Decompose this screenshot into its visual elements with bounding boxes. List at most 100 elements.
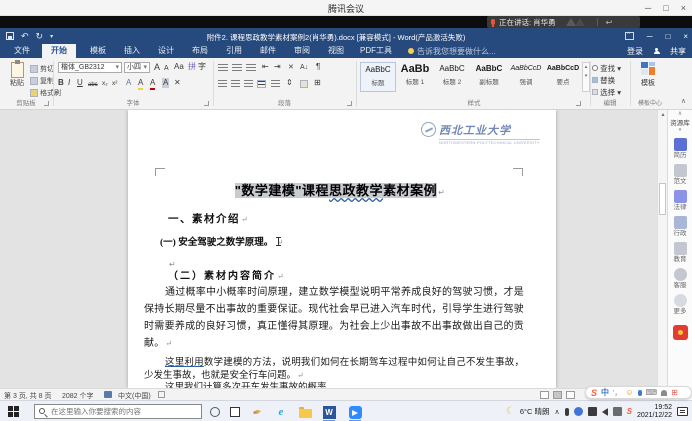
tab-home[interactable]: 开始 [42, 44, 76, 58]
document-heading1[interactable]: 一、素材介绍↵ [168, 211, 249, 226]
task-view-button[interactable] [228, 405, 242, 419]
ribbon-display-options-icon[interactable] [625, 32, 634, 40]
gallery-up-icon[interactable]: ▴ [583, 63, 589, 72]
grow-font-button[interactable]: A [154, 62, 160, 72]
align-center-icon[interactable] [231, 80, 240, 88]
input-mode-toggle[interactable]: 中 [601, 387, 609, 398]
template-button[interactable]: 模板 [634, 62, 662, 88]
file-explorer-button[interactable] [298, 405, 312, 419]
collapse-ribbon-icon[interactable]: ∧ [681, 97, 686, 105]
tab-references[interactable]: 引用 [220, 44, 248, 58]
paragraph-dialog-launcher[interactable] [347, 101, 352, 106]
meeting-maximize-button[interactable]: □ [663, 3, 668, 13]
multilevel-list-icon[interactable] [246, 64, 256, 72]
document-page[interactable]: 西北工业大学 NORTHWESTERN POLYTECHNICAL UNIVER… [128, 110, 556, 388]
phonetic-guide-button[interactable]: 拼 [188, 62, 196, 72]
borders-button[interactable]: ⊞ [314, 78, 321, 88]
macro-record-icon[interactable] [158, 391, 165, 398]
italic-button[interactable]: I [68, 78, 70, 88]
font-name-combo[interactable]: 楷体_GB2312▾ [58, 62, 122, 73]
document-title[interactable]: "数学建模"课程思政教学素材案例↵ [158, 180, 522, 199]
sort-button[interactable]: A↓ [300, 63, 308, 73]
internet-explorer-button[interactable]: e [274, 405, 288, 419]
justify-icon[interactable] [257, 80, 266, 88]
replace-button[interactable]: 替换 [592, 75, 615, 86]
tab-insert[interactable]: 插入 [118, 44, 146, 58]
tab-design[interactable]: 设计 [152, 44, 180, 58]
tab-layout[interactable]: 布局 [186, 44, 214, 58]
speaking-indicator[interactable]: 正在讲话: 肖华勇 ↩ [487, 16, 640, 28]
line-spacing-button[interactable]: ⇕ [286, 78, 293, 88]
document-heading3[interactable]: （二）素材内容简介↵ [168, 267, 286, 282]
read-mode-button[interactable] [540, 391, 549, 399]
proofing-icon[interactable] [104, 391, 112, 398]
clock[interactable]: 19:52 2021/12/22 [637, 404, 672, 420]
asian-layout-button[interactable]: ✕ [288, 63, 294, 73]
paste-button[interactable]: 粘贴 [6, 62, 28, 98]
bold-button[interactable]: B [58, 78, 64, 88]
align-left-icon[interactable] [218, 80, 227, 88]
sidebar-collapse-icon[interactable]: ∧ [668, 110, 692, 118]
display-tray-icon[interactable] [588, 407, 597, 416]
chevron-down-icon[interactable]: ▾ [668, 128, 692, 133]
strikethrough-button[interactable]: abc [88, 80, 98, 90]
styles-dialog-launcher[interactable] [576, 101, 581, 106]
font-size-combo[interactable]: 小四▾ [124, 62, 150, 73]
qat-customize-icon[interactable]: ▾ [50, 33, 53, 40]
toolbox-icon[interactable]: ⊞ [671, 388, 678, 397]
sidebar-item-more[interactable]: 更多 [668, 294, 692, 315]
increase-indent-button[interactable]: ⇥ [274, 62, 281, 72]
weather-text[interactable]: 6°C 晴朗 [520, 406, 550, 417]
cortana-button[interactable] [208, 405, 222, 419]
emoji-icon[interactable]: ☺ [625, 388, 633, 397]
character-shading-button[interactable]: A [162, 78, 169, 88]
document-heading2[interactable]: (一) 安全驾驶之数学原理。 ↵ [160, 234, 283, 248]
meeting-close-button[interactable]: × [681, 3, 686, 13]
change-case-button[interactable]: Aa [174, 62, 184, 72]
numbering-icon[interactable] [232, 64, 242, 72]
undo-button[interactable]: ↶ [21, 31, 29, 42]
microphone-tray-icon[interactable] [565, 408, 569, 416]
word-app-button[interactable]: W [322, 405, 336, 419]
print-layout-button[interactable] [553, 391, 562, 399]
pen-app-button[interactable]: ✒ [248, 403, 265, 420]
security-tray-icon[interactable] [574, 407, 583, 416]
clipboard-dialog-launcher[interactable] [44, 101, 49, 106]
sidebar-item-law[interactable]: 法律 [668, 190, 692, 211]
sidebar-item-resume[interactable]: 简历 [668, 138, 692, 159]
copy-button[interactable]: 复制 [30, 76, 54, 86]
word-minimize-button[interactable]: ─ [647, 32, 653, 41]
underline-button[interactable]: U [77, 78, 83, 88]
notification-center-icon[interactable] [677, 407, 688, 416]
search-input[interactable] [51, 407, 191, 416]
align-right-icon[interactable] [244, 80, 253, 88]
meeting-app-button[interactable] [348, 405, 362, 419]
redo-button[interactable]: ↻ [36, 31, 44, 42]
decrease-indent-button[interactable]: ⇤ [262, 62, 269, 72]
scroll-up-icon[interactable]: ▴ [658, 111, 667, 118]
document-paragraph2[interactable]: 这里利用数学建模的方法，说明我们如何在长期驾车过程中如何让自己不发生事故，少发生… [144, 357, 524, 382]
taskbar-search[interactable] [34, 404, 202, 419]
sidebar-item-education[interactable]: 教育 [668, 242, 692, 263]
volume-tray-icon[interactable] [602, 408, 608, 416]
meeting-minimize-button[interactable]: ─ [645, 3, 651, 13]
sidebar-item-admin[interactable]: 行政 [668, 216, 692, 237]
punctuation-toggle[interactable]: '， [613, 388, 621, 398]
character-border-button[interactable]: 字 [198, 62, 206, 72]
find-button[interactable]: 查找 ▾ [592, 63, 621, 74]
voice-input-icon[interactable] [638, 390, 642, 396]
style-subtitle[interactable]: AaBbC 副标题 [471, 62, 507, 92]
text-effects-button[interactable]: A [126, 78, 131, 88]
share-button[interactable]: 共享 [670, 46, 686, 57]
enclose-characters-button[interactable]: ✕ [174, 78, 181, 88]
sogou-tray-icon[interactable]: S [627, 407, 632, 416]
highlight-color-button[interactable]: A [138, 78, 143, 90]
tell-me-box[interactable]: 告诉我您想要做什么... [408, 44, 496, 58]
word-close-button[interactable]: × [683, 32, 688, 41]
skin-icon[interactable] [661, 390, 667, 396]
style-emphasis[interactable]: AaBbCcD 强调 [508, 62, 544, 92]
soft-keyboard-icon[interactable]: ⌨ [646, 388, 658, 397]
shading-icon[interactable] [300, 80, 308, 88]
style-strong[interactable]: AaBbCcD 要点 [545, 62, 581, 92]
collapse-toolbar-icon[interactable]: ↩ [606, 18, 613, 27]
